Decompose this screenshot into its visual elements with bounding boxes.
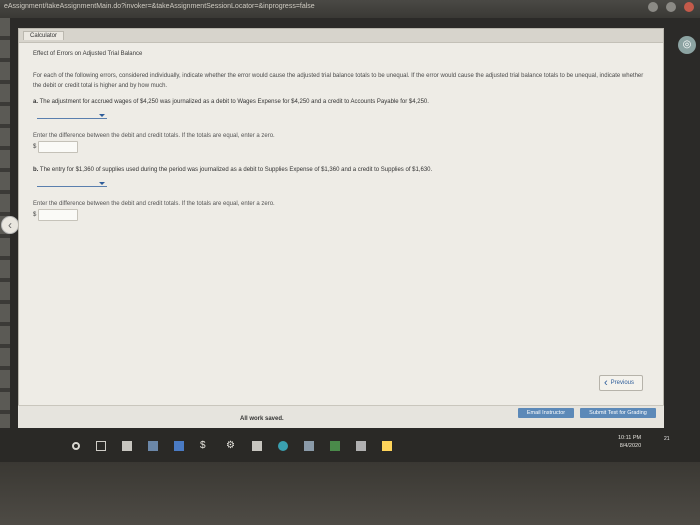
back-arrow-icon[interactable]: ‹ (1, 216, 19, 234)
question-b-dropdown[interactable] (37, 179, 107, 187)
page-title: Effect of Errors on Adjusted Trial Balan… (33, 51, 143, 57)
tab-calculator[interactable]: Calculator (23, 31, 65, 40)
chrome-icon[interactable] (330, 441, 340, 451)
browser-address-bar[interactable]: eAssignment/takeAssignmentMain.do?invoke… (0, 0, 700, 18)
dollar-app-icon[interactable]: $ (200, 441, 210, 451)
store-icon[interactable] (122, 441, 132, 451)
question-b: b. The entry for $1,360 of supplies used… (33, 167, 649, 173)
chevron-left-icon: ‹ (603, 377, 608, 389)
question-a-dropdown[interactable] (37, 111, 107, 119)
question-a: a. The adjustment for accrued wages of $… (33, 99, 649, 105)
assignment-footer: All work saved. Email Instructor Submit … (18, 405, 664, 428)
profile-icon[interactable] (684, 2, 694, 12)
calculator-icon[interactable] (252, 441, 262, 451)
question-a-instruction: Enter the difference between the debit a… (33, 133, 275, 139)
clock-date: 8/4/2020 (619, 443, 642, 449)
question-b-letter: b. (33, 167, 39, 173)
app-icon[interactable] (356, 441, 366, 451)
previous-button[interactable]: ‹ Previous (598, 375, 643, 391)
photos-icon[interactable] (304, 441, 314, 451)
dollar-sign: $ (33, 212, 37, 218)
os-taskbar: $ ⚙ 10:11 PM 8/4/2020 21 (0, 430, 700, 462)
desk-surface (0, 462, 700, 525)
extension-icon[interactable] (648, 2, 658, 12)
help-icon[interactable]: ◎ (678, 36, 696, 54)
mail-icon[interactable] (148, 441, 158, 451)
dollar-sign: $ (33, 144, 37, 150)
previous-button-label: Previous (610, 380, 634, 386)
question-intro: For each of the following errors, consid… (33, 73, 644, 89)
chevron-down-icon (99, 114, 105, 117)
question-content: Effect of Errors on Adjusted Trial Balan… (19, 43, 663, 241)
search-icon[interactable] (72, 442, 80, 450)
question-a-answer-row: $ (33, 141, 649, 153)
question-b-answer-row: $ (33, 209, 649, 221)
email-instructor-button[interactable]: Email Instructor (518, 408, 574, 418)
chevron-down-icon (99, 182, 105, 185)
window-tabbar: Calculator (19, 29, 663, 43)
save-status: All work saved. (240, 416, 284, 422)
task-view-icon[interactable] (96, 441, 106, 451)
question-b-amount-input[interactable] (38, 209, 79, 221)
browser-icon[interactable] (278, 441, 288, 451)
system-clock[interactable]: 10:11 PM 8/4/2020 (618, 434, 641, 450)
browser-toolbar-icons (648, 2, 694, 12)
clock-time: 10:11 PM (618, 435, 642, 441)
question-b-instruction: Enter the difference between the debit a… (33, 201, 275, 207)
question-a-text: The adjustment for accrued wages of $4,2… (39, 99, 429, 105)
assignment-window: Calculator Effect of Errors on Adjusted … (18, 28, 664, 428)
settings-gear-icon[interactable]: ⚙ (226, 441, 236, 451)
question-b-text: The entry for $1,360 of supplies used du… (39, 167, 433, 173)
files-icon[interactable] (382, 441, 392, 451)
dropbox-icon[interactable] (174, 441, 184, 451)
question-a-amount-input[interactable] (38, 141, 79, 153)
question-a-letter: a. (33, 99, 39, 105)
url-text: eAssignment/takeAssignmentMain.do?invoke… (4, 3, 315, 10)
notification-badge[interactable]: 21 (664, 436, 670, 442)
star-icon[interactable] (666, 2, 676, 12)
submit-button[interactable]: Submit Test for Grading (580, 408, 656, 418)
